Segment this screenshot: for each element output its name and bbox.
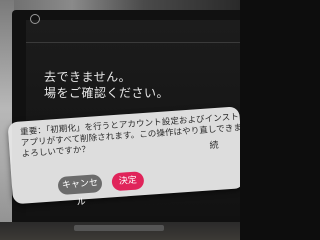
dialog-message: 重要：「初期化」を行うとアカウント設定およびインストール済み アプリがすべて削除…	[20, 110, 240, 161]
tv-photo: 去できません。 場をご確認ください。 重要：「初期化」を行うとアカウント設定およ…	[0, 0, 240, 240]
dialog-continue-marker[interactable]: 続	[209, 138, 219, 152]
screen-divider	[26, 42, 240, 43]
stand-plate	[74, 225, 164, 231]
confirm-button[interactable]: 決定	[111, 171, 145, 192]
reset-confirm-dialog: 重要：「初期化」を行うとアカウント設定およびインストール済み アプリがすべて削除…	[7, 106, 240, 208]
cancel-button[interactable]: キャンセル	[57, 174, 103, 208]
background-text-line-1: 去できません。	[44, 70, 132, 84]
background-text-line-2: 場をご確認ください。	[44, 86, 170, 100]
tv-logo-icon	[30, 14, 40, 24]
